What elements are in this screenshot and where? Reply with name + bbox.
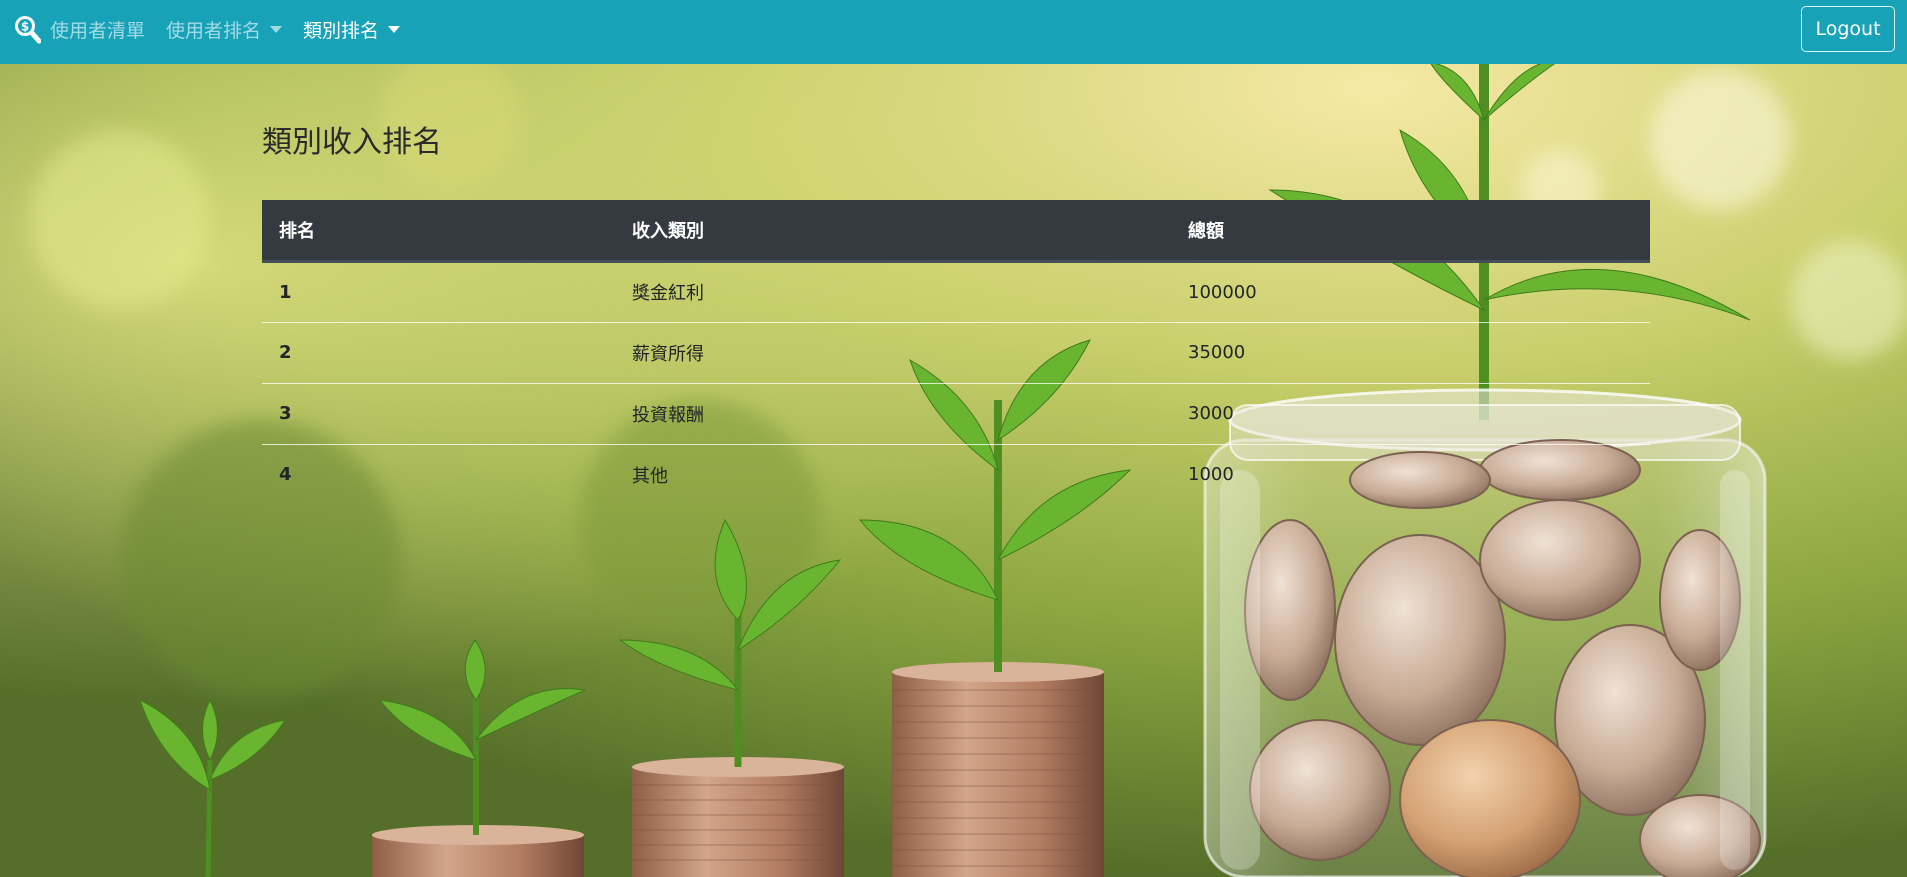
page-title: 類別收入排名	[262, 125, 442, 160]
rank-cell: 4	[279, 464, 292, 486]
nav-item-category-ranking-dropdown[interactable]: 類別排名	[303, 16, 401, 43]
column-header-category: 收入類別	[615, 200, 1171, 263]
nav-item-label: 使用者排名	[166, 19, 262, 42]
chevron-down-icon	[270, 25, 283, 33]
nav-item-user-list[interactable]: 使用者清單	[50, 16, 145, 43]
logout-button[interactable]: Logout	[1801, 6, 1895, 52]
table-row: 2 薪資所得 35000	[262, 322, 1650, 384]
table-row: 4 其他 1000	[262, 444, 1650, 505]
total-cell: 35000	[1171, 322, 1650, 384]
column-header-rank: 排名	[262, 200, 615, 263]
rank-cell: 3	[262, 383, 615, 445]
table-header-row: 排名 收入類別 總額	[262, 200, 1650, 263]
search-dollar-icon[interactable]: $	[13, 14, 42, 44]
total-cell: 3000	[1171, 383, 1650, 445]
rank-cell: 1	[262, 261, 615, 323]
table-row: 3 投資報酬 3000	[262, 383, 1650, 445]
nav-item-label: 類別排名	[303, 19, 380, 42]
total-cell: 100000	[1171, 261, 1650, 323]
nav-item-user-ranking-dropdown[interactable]: 使用者排名	[166, 16, 283, 43]
nav-item-label: 使用者清單	[50, 19, 146, 42]
category-cell: 獎金紅利	[615, 261, 1171, 323]
svg-text:$: $	[21, 20, 29, 34]
chevron-down-icon	[388, 25, 401, 33]
table-row: 1 獎金紅利 100000	[262, 261, 1650, 323]
category-cell: 投資報酬	[615, 383, 1171, 445]
category-income-ranking-table: 排名 收入類別 總額 1 獎金紅利 100000 2 薪資所得 35000 3 …	[262, 200, 1650, 505]
category-cell: 薪資所得	[615, 322, 1171, 384]
main-content: 類別收入排名 排名 收入類別 總額 1 獎金紅利 100000 2 薪資所得 3…	[262, 120, 1650, 505]
category-cell: 其他	[632, 465, 668, 487]
total-cell: 1000	[1188, 464, 1234, 486]
top-navbar: $ 使用者清單 使用者排名 類別排名 Logout	[0, 0, 1907, 64]
column-header-total: 總額	[1171, 200, 1650, 263]
nav-menu: 使用者清單 使用者排名 類別排名	[50, 0, 421, 58]
rank-cell: 2	[262, 322, 615, 384]
